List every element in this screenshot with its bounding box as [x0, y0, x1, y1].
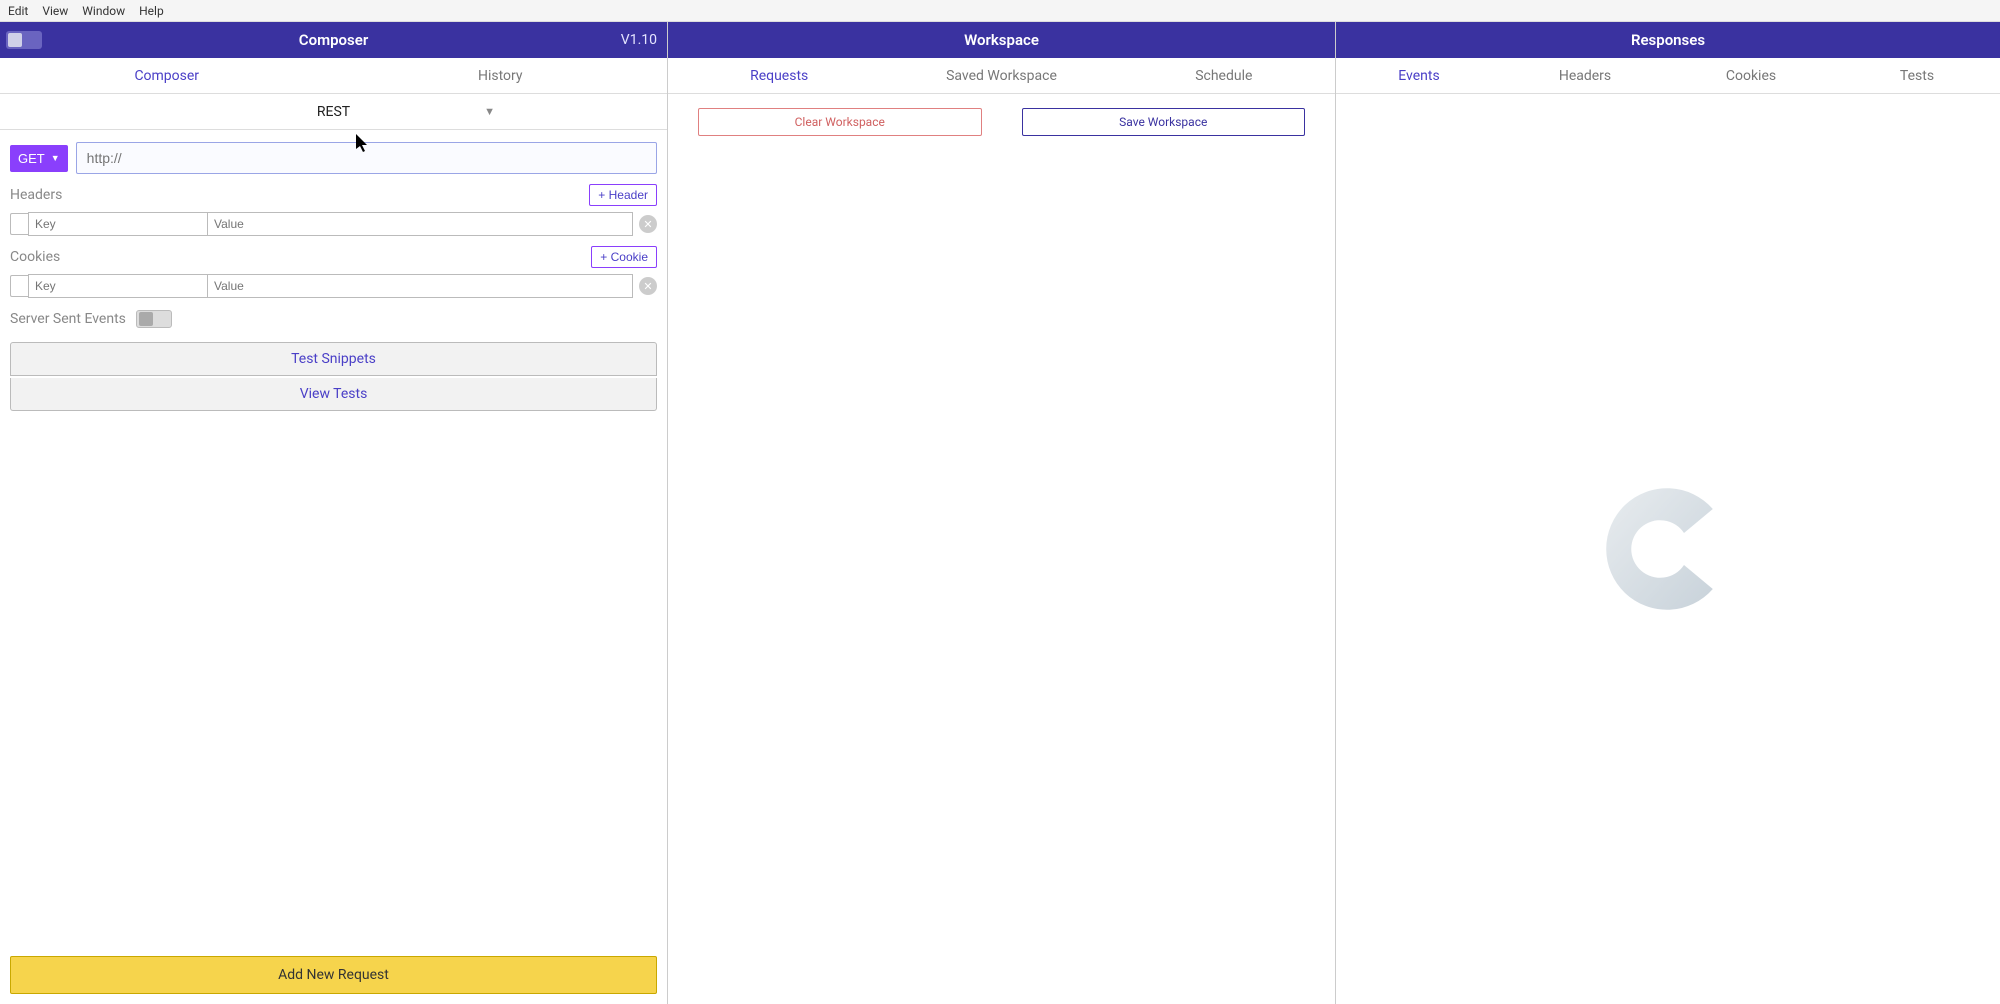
cookies-label: Cookies	[10, 249, 60, 265]
header-row: ✕	[0, 210, 667, 242]
add-cookie-button[interactable]: + Cookie	[591, 246, 657, 268]
url-input[interactable]	[76, 142, 657, 174]
cookies-section-header: Cookies + Cookie	[0, 242, 667, 272]
menubar: Edit View Window Help	[0, 0, 2000, 22]
logo-placeholder-icon	[1588, 469, 1748, 629]
add-new-request-button[interactable]: Add New Request	[10, 956, 657, 994]
composer-panel: Composer V1.10 Composer History REST ▼ G…	[0, 22, 668, 1004]
tab-history[interactable]: History	[334, 58, 668, 93]
workspace-header: Workspace	[668, 22, 1335, 58]
test-snippets-button[interactable]: Test Snippets	[10, 342, 657, 376]
method-select[interactable]: GET ▼	[10, 145, 68, 172]
protocol-select[interactable]: REST ▼	[0, 94, 667, 130]
menu-view[interactable]: View	[42, 4, 68, 18]
main-panels: Composer V1.10 Composer History REST ▼ G…	[0, 22, 2000, 1004]
save-workspace-button[interactable]: Save Workspace	[1022, 108, 1306, 136]
composer-subtabs: Composer History	[0, 58, 667, 94]
responses-panel: Responses Events Headers Cookies Tests	[1336, 22, 2000, 1004]
menu-window[interactable]: Window	[82, 4, 125, 18]
header-enable-checkbox[interactable]	[10, 213, 28, 235]
responses-title: Responses	[1631, 31, 1705, 49]
composer-body: REST ▼ GET ▼ Headers + Header ✕	[0, 94, 667, 1004]
add-header-button[interactable]: + Header	[589, 184, 657, 206]
responses-header: Responses	[1336, 22, 2000, 58]
sidebar-toggle[interactable]	[6, 31, 42, 49]
tab-schedule[interactable]: Schedule	[1113, 58, 1335, 93]
chevron-down-icon: ▼	[51, 153, 60, 163]
composer-header: Composer V1.10	[0, 22, 667, 58]
headers-label: Headers	[10, 187, 62, 203]
tab-composer[interactable]: Composer	[0, 58, 334, 93]
sse-toggle[interactable]	[136, 310, 172, 328]
tab-requests[interactable]: Requests	[668, 58, 890, 93]
tab-tests[interactable]: Tests	[1834, 58, 2000, 93]
menu-help[interactable]: Help	[139, 4, 164, 18]
clear-workspace-button[interactable]: Clear Workspace	[698, 108, 982, 136]
responses-body	[1336, 94, 2000, 1004]
header-key-input[interactable]	[28, 212, 208, 236]
chevron-down-icon: ▼	[484, 105, 495, 118]
tab-cookies[interactable]: Cookies	[1668, 58, 1834, 93]
workspace-title: Workspace	[964, 31, 1039, 49]
workspace-body: Clear Workspace Save Workspace	[668, 94, 1335, 150]
composer-title: Composer	[299, 31, 368, 49]
menu-edit[interactable]: Edit	[8, 4, 28, 18]
workspace-subtabs: Requests Saved Workspace Schedule	[668, 58, 1335, 94]
sse-row: Server Sent Events	[0, 304, 667, 342]
cookie-key-input[interactable]	[28, 274, 208, 298]
app-version: V1.10	[621, 32, 657, 48]
delete-header-icon[interactable]: ✕	[639, 215, 657, 233]
responses-subtabs: Events Headers Cookies Tests	[1336, 58, 2000, 94]
sse-label: Server Sent Events	[10, 311, 126, 327]
cookie-enable-checkbox[interactable]	[10, 275, 28, 297]
cookie-row: ✕	[0, 272, 667, 304]
headers-section-header: Headers + Header	[0, 180, 667, 210]
tab-saved-workspace[interactable]: Saved Workspace	[890, 58, 1112, 93]
protocol-label: REST	[317, 104, 350, 120]
tab-events[interactable]: Events	[1336, 58, 1502, 93]
workspace-panel: Workspace Requests Saved Workspace Sched…	[668, 22, 1336, 1004]
cookie-value-input[interactable]	[208, 274, 633, 298]
method-label: GET	[18, 151, 45, 166]
tab-headers[interactable]: Headers	[1502, 58, 1668, 93]
header-value-input[interactable]	[208, 212, 633, 236]
delete-cookie-icon[interactable]: ✕	[639, 277, 657, 295]
view-tests-button[interactable]: View Tests	[10, 378, 657, 411]
url-row: GET ▼	[0, 130, 667, 180]
